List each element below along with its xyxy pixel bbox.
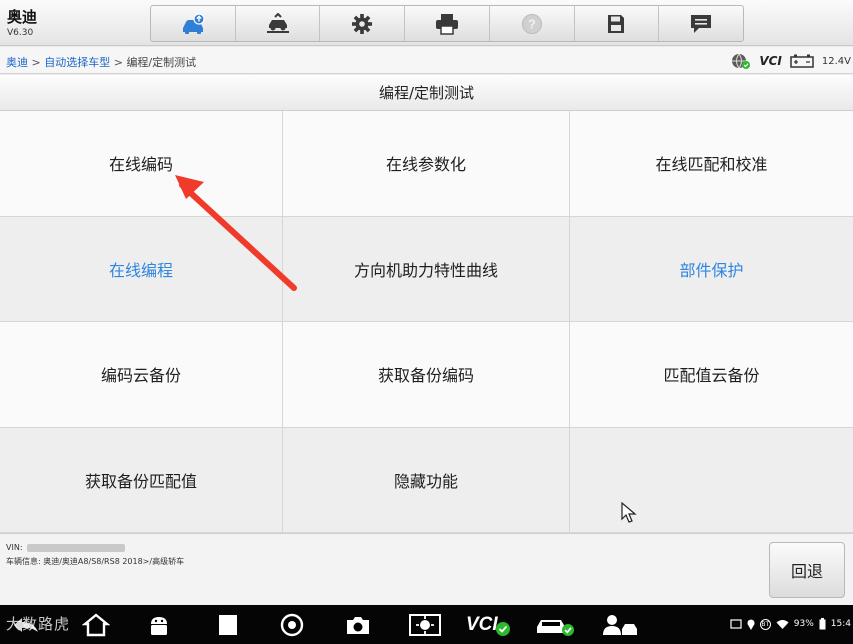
function-online-adaptation-calibration[interactable]: 在线匹配和校准 [570, 111, 853, 217]
nav-android-button[interactable] [145, 613, 173, 637]
breadcrumb-link-auto-select[interactable]: 自动选择车型 [44, 56, 110, 69]
vci-nav-label: VCI [466, 614, 498, 635]
watermark-text: 大数路虎 [6, 615, 71, 633]
breadcrumb-current: 编程/定制测试 [126, 56, 197, 69]
car-upload-icon [182, 12, 205, 34]
app-version: V6.30 [7, 28, 34, 38]
network-globe-icon [732, 53, 751, 69]
vin-line: VIN: [6, 543, 125, 552]
top-header: 奥迪 V6.30 ? [0, 0, 853, 46]
help-button[interactable]: ? [490, 6, 575, 41]
nav-browser-button[interactable] [278, 613, 306, 637]
battery-icon [790, 54, 814, 68]
save-icon [608, 14, 625, 33]
clock: 15:4 [830, 619, 851, 629]
breadcrumb-bar: 奥迪 > 自动选择车型 > 编程/定制测试 VCI 12.4V [0, 47, 853, 74]
breadcrumb: 奥迪 > 自动选择车型 > 编程/定制测试 [6, 54, 196, 70]
device-battery-icon [819, 618, 826, 630]
function-adaptation-cloud-backup[interactable]: 匹配值云备份 [570, 322, 853, 428]
function-online-parameterization[interactable]: 在线参数化 [283, 111, 570, 217]
nav-recent-apps-button[interactable] [214, 613, 242, 637]
battery-percent: 93% [793, 619, 814, 629]
nav-vci-button[interactable]: VCI [466, 613, 511, 637]
settings-button[interactable] [320, 6, 406, 41]
connected-check-icon [495, 622, 510, 636]
home-car-button[interactable] [151, 6, 236, 41]
vci-label: VCI [759, 54, 782, 68]
vin-redacted [26, 543, 125, 552]
message-button[interactable] [659, 6, 743, 41]
vehicle-lift-button[interactable] [236, 6, 321, 41]
function-coding-cloud-backup[interactable]: 编码云备份 [0, 322, 283, 428]
svg-text:?: ? [528, 16, 536, 31]
location-icon [747, 619, 755, 630]
back-button[interactable]: 回退 [769, 542, 845, 598]
app-title: 奥迪 [7, 8, 38, 26]
function-get-backup-coding[interactable]: 获取备份编码 [283, 322, 570, 428]
wifi-icon [776, 620, 789, 629]
connection-status: VCI 12.4V [731, 51, 853, 71]
print-button[interactable] [405, 6, 490, 41]
vci-status: VCI [759, 54, 782, 68]
main-toolbar: ? [150, 5, 744, 42]
nav-home-button[interactable] [82, 613, 110, 637]
function-steering-assist-curve[interactable]: 方向机助力特性曲线 [283, 216, 570, 322]
bluetooth-label: BT [759, 618, 771, 630]
breadcrumb-link-brand[interactable]: 奥迪 [6, 56, 28, 69]
vehicle-info: 车辆信息: 奥迪/奥迪A8/S8/RS8 2018>/高级轿车 [6, 557, 185, 566]
section-title: 编程/定制测试 [0, 75, 853, 111]
function-empty-cell [570, 427, 853, 533]
function-component-protection[interactable]: 部件保护 [570, 216, 853, 322]
save-button[interactable] [575, 6, 660, 41]
android-robot-icon [151, 617, 167, 635]
breadcrumb-separator: > [31, 56, 41, 69]
function-get-backup-adaptation[interactable]: 获取备份匹配值 [0, 427, 283, 533]
message-icon [691, 14, 712, 33]
vin-label: VIN: [6, 543, 23, 552]
recent-apps-icon [219, 615, 237, 635]
function-hidden-features[interactable]: 隐藏功能 [283, 427, 570, 533]
nav-camera-button[interactable] [344, 613, 372, 637]
home-icon [82, 613, 110, 637]
gear-icon [352, 13, 373, 34]
vehicle-lift-icon [266, 12, 289, 33]
nav-brightness-button[interactable] [408, 613, 442, 637]
mouse-cursor-icon [621, 502, 637, 523]
car-check-icon [537, 620, 574, 636]
printer-icon [436, 13, 459, 35]
help-icon: ? [521, 13, 542, 34]
brightness-icon [409, 614, 441, 636]
function-online-programming[interactable]: 在线编程 [0, 216, 283, 322]
camera-icon [347, 617, 369, 634]
breadcrumb-separator: > [113, 56, 123, 69]
nav-user-vehicle-button[interactable] [602, 613, 640, 637]
system-status: BT 93% 15:4 [730, 618, 851, 630]
battery-voltage: 12.4V [821, 55, 851, 67]
function-grid: 在线编码 在线参数化 在线匹配和校准 在线编程 方向机助力特性曲线 部件保护 编… [0, 111, 853, 533]
nav-vehicle-button[interactable] [534, 613, 576, 637]
user-vehicle-icon [603, 615, 637, 635]
cast-icon [730, 619, 742, 629]
vehicle-info-bar: VIN: 车辆信息: 奥迪/奥迪A8/S8/RS8 2018>/高级轿车 回退 [0, 533, 853, 605]
function-online-coding[interactable]: 在线编码 [0, 111, 283, 217]
android-nav-bar: 大数路虎 VCI BT 93% 15:4 [0, 605, 853, 644]
chrome-icon [280, 613, 304, 637]
